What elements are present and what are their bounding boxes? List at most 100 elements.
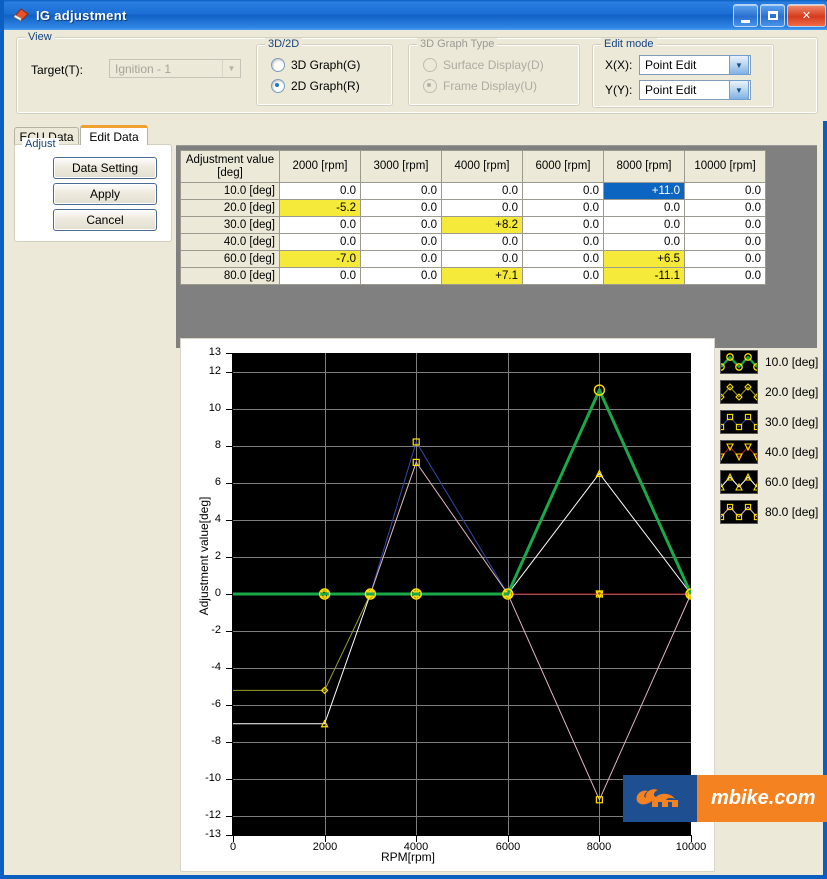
- radio-2d-graph[interactable]: 2D Graph(R): [271, 79, 360, 93]
- y-tick: [226, 705, 233, 706]
- legend-item-3[interactable]: 40.0 [deg]: [717, 438, 825, 465]
- table-col-header-0: 2000 [rpm]: [279, 150, 361, 183]
- table-cell-r2-c2[interactable]: +8.2: [441, 216, 523, 234]
- chevron-down-icon: ▼: [222, 60, 240, 77]
- table-cell-r1-c3[interactable]: 0.0: [522, 199, 604, 217]
- legend-swatch-icon: [717, 469, 761, 494]
- tab-edit-data[interactable]: Edit Data: [80, 125, 148, 145]
- graph-mode-group-title: 3D/2D: [265, 38, 303, 50]
- table-cell-r5-c1[interactable]: 0.0: [360, 267, 442, 285]
- y-tick: [226, 483, 233, 484]
- table-cell-r2-c1[interactable]: 0.0: [360, 216, 442, 234]
- data-setting-button[interactable]: Data Setting: [53, 157, 157, 179]
- table-cell-r3-c2[interactable]: 0.0: [441, 233, 523, 251]
- minimize-button[interactable]: [733, 4, 758, 27]
- table-cell-r4-c3[interactable]: 0.0: [522, 250, 604, 268]
- series-line-2: [233, 440, 691, 595]
- y-tick-label: -10: [205, 772, 221, 784]
- y-tick: [226, 779, 233, 780]
- cancel-button[interactable]: Cancel: [53, 209, 157, 231]
- edit-mode-y-row: Y(Y): Point Edit ▼: [605, 80, 751, 100]
- table-cell-r1-c2[interactable]: 0.0: [441, 199, 523, 217]
- maximize-button[interactable]: [760, 4, 785, 27]
- y-tick: [226, 594, 233, 595]
- table-cell-r3-c5[interactable]: 0.0: [684, 233, 766, 251]
- table-cell-r2-c4[interactable]: 0.0: [603, 216, 685, 234]
- adjustment-table-container: Adjustment value [deg] 2000 [rpm] 3000 [r…: [176, 145, 817, 348]
- radio-frame-display-label: Frame Display(U): [443, 79, 538, 93]
- y-tick: [226, 557, 233, 558]
- table-cell-r1-c4[interactable]: 0.0: [603, 199, 685, 217]
- legend-item-2[interactable]: 30.0 [deg]: [717, 408, 825, 435]
- legend-item-4[interactable]: 60.0 [deg]: [717, 468, 825, 495]
- table-cell-r2-c5[interactable]: 0.0: [684, 216, 766, 234]
- radio-3d-graph[interactable]: 3D Graph(G): [271, 58, 360, 72]
- table-cell-r0-c0[interactable]: 0.0: [279, 182, 361, 200]
- table-header-row: Adjustment value [deg] 2000 [rpm] 3000 [r…: [180, 150, 766, 183]
- legend-swatch-icon: [717, 499, 761, 524]
- table-cell-r5-c0[interactable]: 0.0: [279, 267, 361, 285]
- graph-mode-group: 3D/2D 3D Graph(G) 2D Graph(R): [256, 38, 393, 106]
- title-bar: IG adjustment ✕: [4, 0, 827, 30]
- table-cell-r4-c1[interactable]: 0.0: [360, 250, 442, 268]
- table-cell-r5-c2[interactable]: +7.1: [441, 267, 523, 285]
- radio-surface-display-icon: [423, 58, 437, 72]
- table-cell-r1-c1[interactable]: 0.0: [360, 199, 442, 217]
- legend-swatch-icon: [717, 379, 761, 404]
- table-cell-r4-c2[interactable]: 0.0: [441, 250, 523, 268]
- table-cell-r1-c5[interactable]: 0.0: [684, 199, 766, 217]
- table-col-header-2: 4000 [rpm]: [441, 150, 523, 183]
- table-row: 30.0 [deg] 0.0 0.0 +8.2 0.0 0.0 0.0: [180, 216, 766, 234]
- corner-header-line2: [deg]: [217, 166, 243, 179]
- y-tick-label: -8: [211, 735, 221, 747]
- table-cell-r4-c0[interactable]: -7.0: [279, 250, 361, 268]
- table-row-label-5: 80.0 [deg]: [180, 267, 280, 285]
- legend-item-5[interactable]: 80.0 [deg]: [717, 498, 825, 525]
- table-cell-r3-c4[interactable]: 0.0: [603, 233, 685, 251]
- legend-swatch-icon: [717, 349, 761, 374]
- table-cell-r3-c0[interactable]: 0.0: [279, 233, 361, 251]
- table-row: 60.0 [deg] -7.0 0.0 0.0 0.0 +6.5 0.0: [180, 250, 766, 268]
- edit-mode-x-row: X(X): Point Edit ▼: [605, 55, 751, 75]
- y-axis-label: Adjustment value[deg]: [197, 496, 211, 616]
- legend-swatch-icon: [717, 439, 761, 464]
- legend-label: 60.0 [deg]: [765, 474, 819, 489]
- table-cell-r2-c0[interactable]: 0.0: [279, 216, 361, 234]
- legend-swatch-icon: [717, 409, 761, 434]
- close-button[interactable]: ✕: [787, 4, 826, 27]
- x-axis-line: [232, 835, 692, 836]
- apply-button[interactable]: Apply: [53, 183, 157, 205]
- table-cell-r3-c1[interactable]: 0.0: [360, 233, 442, 251]
- mbike-flame-logo-icon: [623, 775, 697, 822]
- table-cell-r5-c3[interactable]: 0.0: [522, 267, 604, 285]
- table-cell-r4-c5[interactable]: 0.0: [684, 250, 766, 268]
- x-tick-label: 2000: [312, 841, 338, 853]
- radio-3d-graph-icon: [271, 58, 285, 72]
- table-cell-r2-c3[interactable]: 0.0: [522, 216, 604, 234]
- legend-label: 40.0 [deg]: [765, 444, 819, 459]
- legend-label: 10.0 [deg]: [765, 354, 819, 369]
- table-row: 80.0 [deg] 0.0 0.0 +7.1 0.0 -11.1 0.0: [180, 267, 766, 285]
- target-select[interactable]: Ignition - 1 ▼: [109, 59, 241, 78]
- table-cell-r5-c5[interactable]: 0.0: [684, 267, 766, 285]
- edit-mode-y-select[interactable]: Point Edit ▼: [639, 80, 751, 100]
- table-cell-r0-c4[interactable]: +11.0: [603, 182, 685, 200]
- table-corner-header: Adjustment value [deg]: [180, 150, 280, 183]
- plot-area[interactable]: [233, 353, 697, 835]
- table-col-header-5: 10000 [rpm]: [684, 150, 766, 183]
- edit-mode-x-select[interactable]: Point Edit ▼: [639, 55, 751, 75]
- chevron-down-icon: ▼: [729, 55, 749, 75]
- table-col-header-3: 6000 [rpm]: [522, 150, 604, 183]
- table-cell-r5-c4[interactable]: -11.1: [603, 267, 685, 285]
- table-cell-r0-c2[interactable]: 0.0: [441, 182, 523, 200]
- table-cell-r1-c0[interactable]: -5.2: [279, 199, 361, 217]
- table-row-label-4: 60.0 [deg]: [180, 250, 280, 268]
- y-tick-label: 12: [208, 365, 221, 377]
- legend-item-1[interactable]: 20.0 [deg]: [717, 378, 825, 405]
- table-cell-r0-c5[interactable]: 0.0: [684, 182, 766, 200]
- table-cell-r4-c4[interactable]: +6.5: [603, 250, 685, 268]
- table-cell-r0-c1[interactable]: 0.0: [360, 182, 442, 200]
- table-cell-r0-c3[interactable]: 0.0: [522, 182, 604, 200]
- legend-item-0[interactable]: 10.0 [deg]: [717, 348, 825, 375]
- table-cell-r3-c3[interactable]: 0.0: [522, 233, 604, 251]
